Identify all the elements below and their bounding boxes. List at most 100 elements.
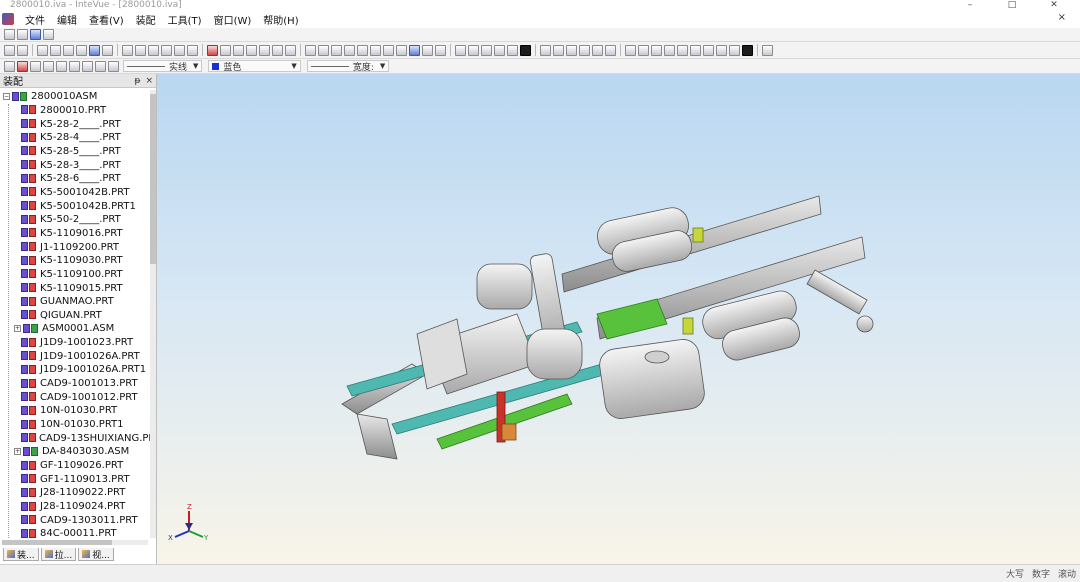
annot-6-icon[interactable] <box>690 44 701 56</box>
tree-item[interactable]: K5-5001042B.PRT1 <box>0 199 150 213</box>
section-view-icon[interactable] <box>174 44 185 56</box>
stop-icon[interactable] <box>520 44 531 56</box>
markup-6-icon[interactable] <box>605 44 616 56</box>
tree-item[interactable]: GF1-1109013.PRT <box>0 472 150 486</box>
shaded-view-icon[interactable] <box>122 44 133 56</box>
select-tool-icon[interactable] <box>4 44 15 56</box>
view-cube-5-icon[interactable] <box>370 44 381 56</box>
transparent-view-icon[interactable] <box>187 44 198 56</box>
view-cube-10-icon[interactable] <box>435 44 446 56</box>
markup-4-icon[interactable] <box>579 44 590 56</box>
engine-block[interactable] <box>416 253 583 395</box>
line-width-select[interactable]: 宽度: ▼ <box>306 60 390 73</box>
annot-2-icon[interactable] <box>638 44 649 56</box>
expand-icon[interactable]: + <box>14 325 21 333</box>
markup-line-icon[interactable] <box>30 60 41 72</box>
tree-item[interactable]: 10N-01030.PRT <box>0 404 150 418</box>
measure-icon[interactable] <box>468 44 479 56</box>
tree-item[interactable]: K5-28-6____.PRT <box>0 172 150 186</box>
maximize-button[interactable]: □ <box>1006 0 1018 10</box>
menu-tools[interactable]: 工具(T) <box>162 12 208 27</box>
tree-item[interactable]: K5-1109030.PRT <box>0 254 150 268</box>
view-cube-7-icon[interactable] <box>396 44 407 56</box>
print-icon[interactable] <box>43 29 54 40</box>
tree-root[interactable]: − 2800010ASM <box>0 90 150 104</box>
tree-item[interactable]: GUANMAO.PRT <box>0 295 150 309</box>
markup-1-icon[interactable] <box>540 44 551 56</box>
annot-4-icon[interactable] <box>664 44 675 56</box>
markup-fill-icon[interactable] <box>108 60 119 72</box>
markup-cloud-icon[interactable] <box>69 60 80 72</box>
markup-2-icon[interactable] <box>553 44 564 56</box>
highlight-icon[interactable] <box>207 44 218 56</box>
tree-item[interactable]: 10N-01030.PRT1 <box>0 418 150 432</box>
yellow-fitting-rear[interactable] <box>692 227 704 243</box>
tree-item[interactable]: K5-1109016.PRT <box>0 227 150 241</box>
back-view-icon[interactable] <box>233 44 244 56</box>
tree-item[interactable]: CAD9-13SHUIXIANG.PF <box>0 431 150 445</box>
line-style-select[interactable]: 实线 ▼ <box>123 60 203 73</box>
pan-icon[interactable] <box>63 44 74 56</box>
left-view-icon[interactable] <box>246 44 257 56</box>
hidden-line-icon[interactable] <box>148 44 159 56</box>
expand-icon[interactable]: + <box>14 448 21 456</box>
tree-horizontal-scrollbar[interactable] <box>2 540 148 545</box>
fuel-tank[interactable] <box>598 337 707 420</box>
annot-1-icon[interactable] <box>625 44 636 56</box>
top-view-icon[interactable] <box>272 44 283 56</box>
tab-views[interactable]: 视... <box>78 548 114 561</box>
panel-close-button[interactable]: × <box>145 76 153 86</box>
edges-view-icon[interactable] <box>161 44 172 56</box>
view-cube-8-icon[interactable] <box>409 44 420 56</box>
collapse-icon[interactable]: − <box>3 93 10 101</box>
menu-assembly[interactable]: 装配 <box>130 12 162 27</box>
play-prev-icon[interactable] <box>494 44 505 56</box>
tree-item[interactable]: K5-28-2____.PRT <box>0 117 150 131</box>
play-back-icon[interactable] <box>481 44 492 56</box>
minimize-button[interactable]: – <box>964 0 976 10</box>
markup-delete-icon[interactable] <box>17 60 28 72</box>
markup-rect-icon[interactable] <box>56 60 67 72</box>
tree-item[interactable]: + ASM0001.ASM <box>0 322 150 336</box>
scroll-thumb[interactable] <box>2 540 112 545</box>
pointer-icon[interactable] <box>17 44 28 56</box>
tree-item[interactable]: QIGUAN.PRT <box>0 309 150 323</box>
tab-assembly[interactable]: 装... <box>3 548 39 561</box>
zoom-in-icon[interactable] <box>37 44 48 56</box>
fill-black-icon[interactable] <box>742 44 753 56</box>
view-cube-6-icon[interactable] <box>383 44 394 56</box>
bottom-view-icon[interactable] <box>285 44 296 56</box>
annot-8-icon[interactable] <box>716 44 727 56</box>
menu-edit[interactable]: 编辑 <box>51 12 83 27</box>
annot-7-icon[interactable] <box>703 44 714 56</box>
yellow-fitting-mid[interactable] <box>682 317 694 335</box>
zoom-window-icon[interactable] <box>102 44 113 56</box>
tree-item[interactable]: 2800010.PRT <box>0 104 150 118</box>
tree-item[interactable]: + DA-8403030.ASM <box>0 445 150 459</box>
zoom-out-icon[interactable] <box>50 44 61 56</box>
orange-bracket[interactable] <box>501 423 517 441</box>
close-window-button[interactable]: ✕ <box>1048 0 1060 10</box>
tree-item[interactable]: CAD9-1001013.PRT <box>0 377 150 391</box>
app-logo-icon[interactable] <box>2 13 14 25</box>
front-frame-bracket[interactable] <box>356 413 398 460</box>
rotate-icon[interactable] <box>76 44 87 56</box>
annot-3-icon[interactable] <box>651 44 662 56</box>
scroll-thumb[interactable] <box>150 94 156 264</box>
explode-icon[interactable] <box>455 44 466 56</box>
tree-item[interactable]: CAD9-1001012.PRT <box>0 390 150 404</box>
zoom-fit-icon[interactable] <box>89 44 100 56</box>
tree-item[interactable]: J1D9-1001026A.PRT1 <box>0 363 150 377</box>
tab-explode[interactable]: 拉... <box>40 548 77 561</box>
color-select[interactable]: 蓝色 ▼ <box>208 60 301 73</box>
menu-view[interactable]: 查看(V) <box>83 12 130 27</box>
green-transmission[interactable] <box>596 298 668 340</box>
tree-item[interactable]: CAD9-1303011.PRT <box>0 513 150 527</box>
menu-help[interactable]: 帮助(H) <box>257 12 304 27</box>
tree-vertical-scrollbar[interactable] <box>150 90 156 538</box>
view-cube-2-icon[interactable] <box>331 44 342 56</box>
view-cube-9-icon[interactable] <box>422 44 433 56</box>
play-next-icon[interactable] <box>507 44 518 56</box>
view-cube-3-icon[interactable] <box>344 44 355 56</box>
new-file-icon[interactable] <box>4 29 15 40</box>
